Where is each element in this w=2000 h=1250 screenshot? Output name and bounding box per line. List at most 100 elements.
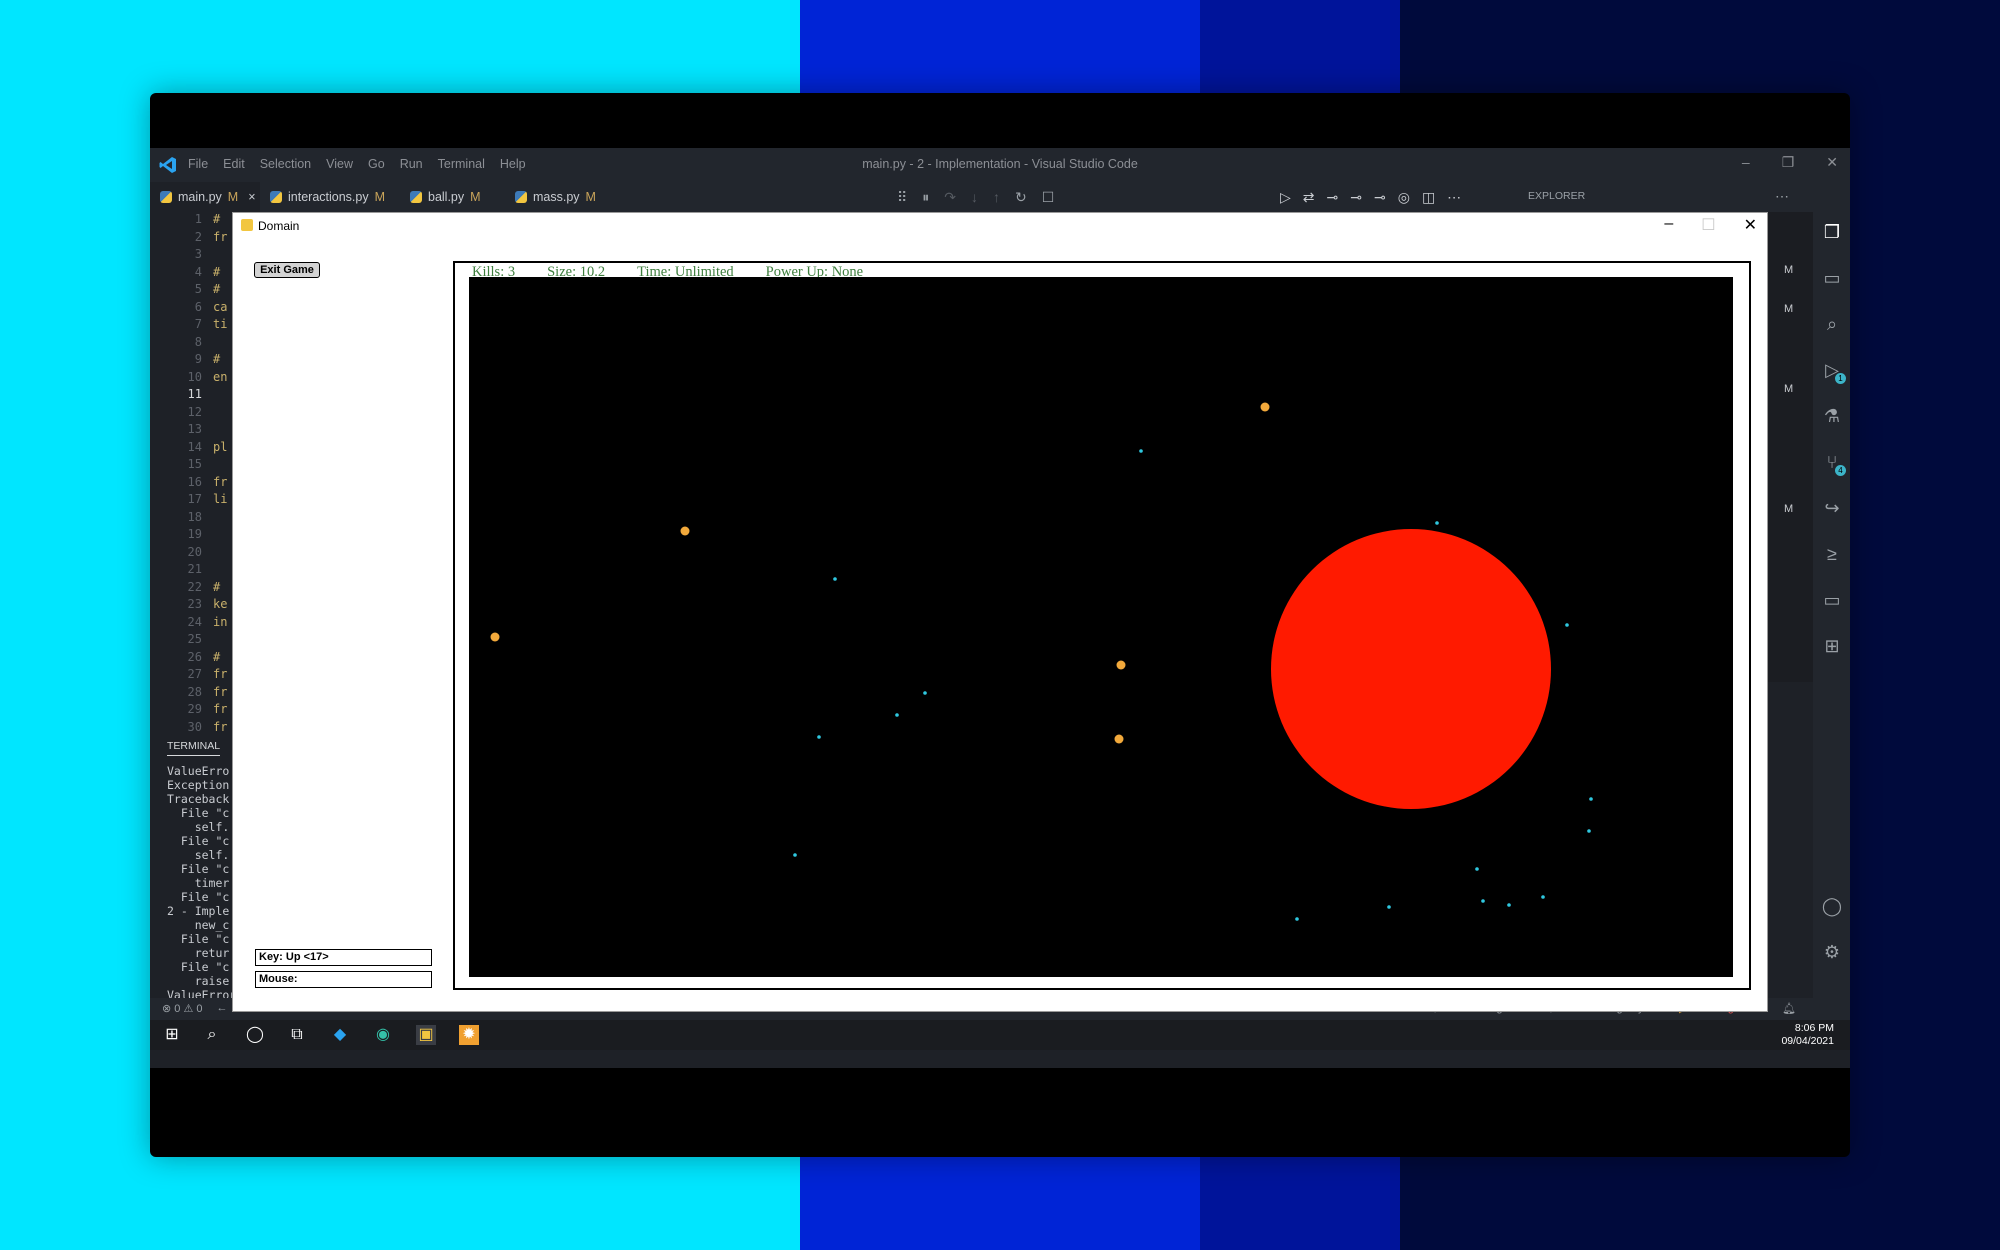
extensions-icon[interactable]: ⊞ (1820, 634, 1844, 658)
game-play-area[interactable] (469, 277, 1733, 977)
mass-dot (833, 577, 837, 581)
windows-start-icon[interactable]: ⊞ (162, 1025, 182, 1045)
notifications-icon[interactable]: 🔔︎ (1782, 1002, 1796, 1015)
tab-mass-py[interactable]: mass.py M (505, 182, 615, 212)
python-file-icon (515, 191, 527, 203)
restore-icon[interactable]: ❐ (1782, 154, 1795, 171)
run-debug-icon[interactable]: ▷ 1 (1820, 358, 1846, 384)
game-window-controls: – ☐ ✕ (1664, 215, 1757, 235)
vscode-taskbar-icon[interactable]: ◆ (330, 1025, 350, 1045)
window-title: main.py - 2 - Implementation - Visual St… (862, 157, 1138, 171)
line-number: 14 (187, 439, 202, 454)
tab-ball-py[interactable]: ball.py M (400, 182, 505, 212)
game-field[interactable] (469, 277, 1733, 977)
cortana-icon[interactable]: ◯ (245, 1025, 265, 1045)
tab-interactions-py[interactable]: interactions.py M (260, 182, 400, 212)
explorer-icon[interactable]: ❐ (1820, 220, 1844, 244)
windows-taskbar: ⊞ ⌕ ◯ ⧉ ◆ ◉ ▣ ✹ 8:06 PM 09/04/2021 (150, 1020, 1850, 1050)
line-number: 19 (187, 527, 202, 541)
line-number: 24 (187, 614, 202, 629)
close-icon[interactable]: ✕ (1744, 215, 1757, 235)
modified-badge: M (227, 190, 239, 204)
terminal-tab[interactable]: TERMINAL (167, 740, 221, 756)
compare-icon[interactable]: ⇄ (1303, 189, 1315, 206)
line-number: 6 (194, 299, 202, 314)
account-icon[interactable]: ◯ (1820, 894, 1844, 918)
step-over-icon[interactable]: ↷ (944, 189, 956, 206)
line-number: 12 (187, 404, 202, 419)
more-actions-icon[interactable]: ⋯ (1447, 189, 1461, 206)
mass-dot (793, 853, 797, 857)
modified-marker: M (1784, 303, 1794, 315)
clock-date: 09/04/2021 (1781, 1035, 1834, 1047)
split-editor-icon[interactable]: ◫ (1422, 189, 1435, 206)
step-into-icon[interactable]: ↓ (971, 189, 978, 205)
python-app-icon (241, 219, 253, 231)
tab-close-icon[interactable]: × (248, 190, 255, 204)
source-control-icon[interactable]: ⑂ 4 (1820, 450, 1846, 476)
line-number: 5 (194, 282, 202, 296)
line-number: 15 (187, 457, 202, 471)
mass-dot (817, 735, 821, 739)
app-icon[interactable]: ✹ (459, 1025, 479, 1045)
minimize-icon[interactable]: – (1742, 154, 1750, 171)
player-ball (1271, 529, 1551, 809)
line-number: 10 (187, 369, 202, 384)
task-view-icon[interactable]: ⧉ (287, 1025, 307, 1045)
mouse-readout: Mouse: (255, 971, 432, 988)
run-icon[interactable]: ▷ (1280, 189, 1291, 206)
mass-dot (1387, 905, 1391, 909)
mass-dot (1587, 829, 1591, 833)
taskbar-clock[interactable]: 8:06 PM 09/04/2021 (1781, 1022, 1834, 1048)
settings-gear-icon[interactable]: ⚙ (1820, 940, 1844, 964)
terminal-icon[interactable]: ≥ (1820, 542, 1844, 566)
testing-icon[interactable]: ⚗ (1820, 404, 1844, 428)
taskbar-search-icon[interactable]: ⌕ (202, 1025, 222, 1045)
restart-icon[interactable]: ↻ (1015, 189, 1027, 206)
remote-explorer-icon[interactable]: ▭ (1820, 588, 1844, 612)
git-prev-icon[interactable]: ⊸ (1350, 189, 1362, 206)
folder-icon[interactable]: ▭ (1820, 266, 1844, 290)
key-readout: Key: Up <17> (255, 949, 432, 966)
problems-count[interactable]: ⊗ 0 ⚠ 0 (162, 1002, 202, 1015)
search-icon[interactable]: ⌕ (1820, 312, 1844, 336)
tab-main-py[interactable]: main.py M × (150, 182, 260, 212)
line-number: 25 (187, 632, 202, 646)
line-number: 16 (187, 474, 202, 489)
modified-marker: M (1784, 264, 1794, 276)
git-commit-icon[interactable]: ⊸ (1327, 189, 1339, 206)
step-out-icon[interactable]: ↑ (993, 189, 1000, 205)
enemy-ball (680, 526, 690, 536)
line-number: 4 (194, 264, 202, 279)
edge-browser-icon[interactable]: ◉ (373, 1025, 393, 1045)
line-number: 28 (187, 684, 202, 699)
close-icon[interactable]: ✕ (1826, 154, 1838, 171)
maximize-icon: ☐ (1701, 217, 1716, 234)
minimize-icon[interactable]: – (1664, 215, 1673, 235)
pause-icon[interactable]: ⏸ (922, 189, 929, 206)
python-file-icon (410, 191, 422, 203)
explorer-more-icon[interactable]: ⋯ (1775, 188, 1789, 205)
modified-badge: M (585, 190, 596, 204)
git-next-icon[interactable]: ⊸ (1374, 189, 1386, 206)
line-number: 27 (187, 667, 202, 681)
mass-dot (1589, 797, 1593, 801)
timeline-icon[interactable]: ◎ (1398, 189, 1410, 206)
game-canvas-frame: Kills: 3 Size: 10.2 Time: Unlimited Powe… (453, 261, 1751, 990)
line-number: 8 (194, 334, 202, 349)
stop-icon[interactable]: ☐ (1042, 189, 1055, 206)
line-number: 11 (187, 387, 202, 401)
mass-dot (1139, 449, 1143, 453)
mass-dot (1507, 903, 1511, 907)
badge: 1 (1835, 373, 1846, 384)
line-number: 3 (194, 247, 202, 261)
back-icon[interactable]: ← (216, 1002, 227, 1015)
python-app-icon[interactable]: ▣ (416, 1025, 436, 1045)
line-number: 21 (187, 562, 202, 576)
live-share-icon[interactable]: ↪ (1820, 496, 1844, 520)
mass-dot (895, 713, 899, 717)
explorer-title: EXPLORER (1528, 190, 1586, 202)
drag-handle-icon[interactable]: ⠿ (897, 189, 907, 206)
exit-game-button[interactable]: Exit Game (254, 262, 320, 278)
enemy-ball (1260, 402, 1270, 412)
